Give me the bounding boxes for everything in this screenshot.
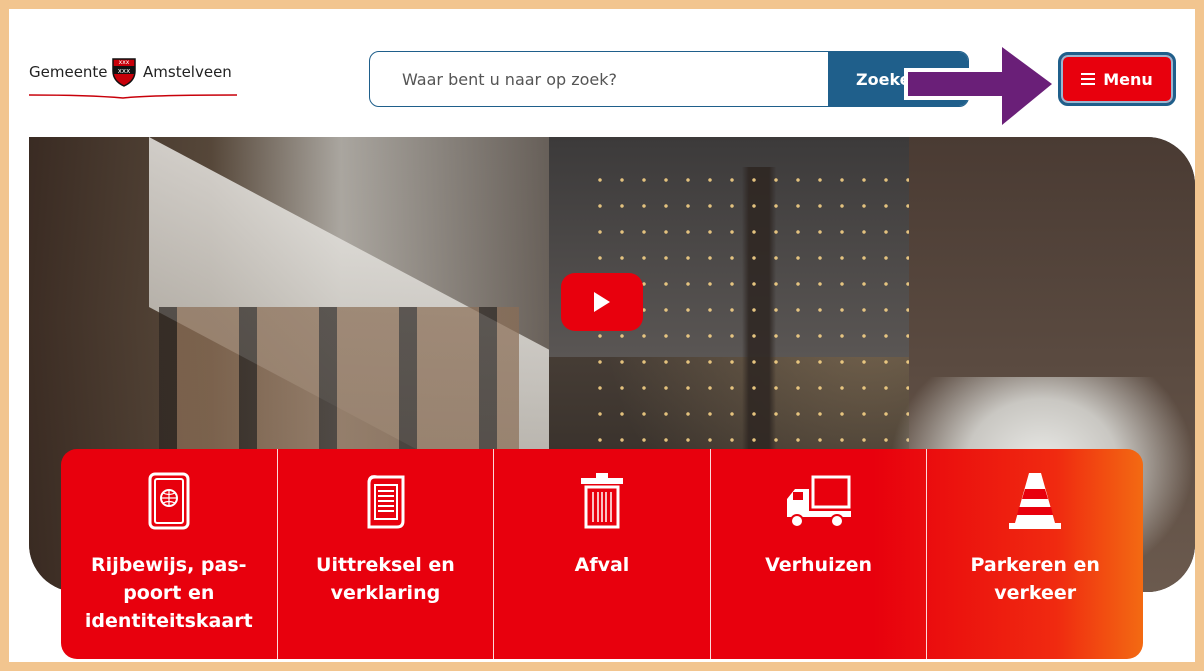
logo-swoosh [29,94,238,99]
svg-text:xxx: xxx [118,67,130,75]
page-frame: Gemeente xxx xxx Amstelveen Zoeken Menu [9,9,1195,662]
moving-truck-icon [786,475,851,528]
tile-label: Parkeren en verkeer [970,554,1100,604]
hamburger-icon [1081,70,1096,88]
trash-bin-icon [580,473,623,529]
tile-parking[interactable]: Parkeren en verkeer [927,449,1143,659]
tile-moving[interactable]: Verhuizen [711,449,928,659]
tile-label: Rijbewijs, pas-poort en identiteitskaart [84,554,253,632]
play-button[interactable] [561,273,643,331]
tile-label: Afval [574,554,630,576]
tile-waste[interactable]: Afval [494,449,711,659]
annotation-arrow-icon [904,47,1052,125]
passport-icon [148,472,190,530]
svg-text:xxx: xxx [119,59,130,66]
tile-passport[interactable]: Rijbewijs, pas-poort en identiteitskaart [61,449,278,659]
search-input[interactable] [370,52,830,106]
menu-label: Menu [1103,69,1153,89]
tile-extract[interactable]: Uittreksel en verklaring [278,449,495,659]
play-icon [594,292,610,312]
quick-links: Rijbewijs, pas-poort en identiteitskaart… [61,449,1143,659]
menu-button[interactable]: Menu [1058,52,1176,106]
document-scroll-icon [367,475,405,529]
site-logo[interactable]: Gemeente xxx xxx Amstelveen [29,58,239,99]
tile-label: Uittreksel en verklaring [316,554,455,604]
traffic-cone-icon [1009,473,1062,529]
search-bar: Zoeken [369,51,969,107]
tile-label: Verhuizen [765,554,873,576]
